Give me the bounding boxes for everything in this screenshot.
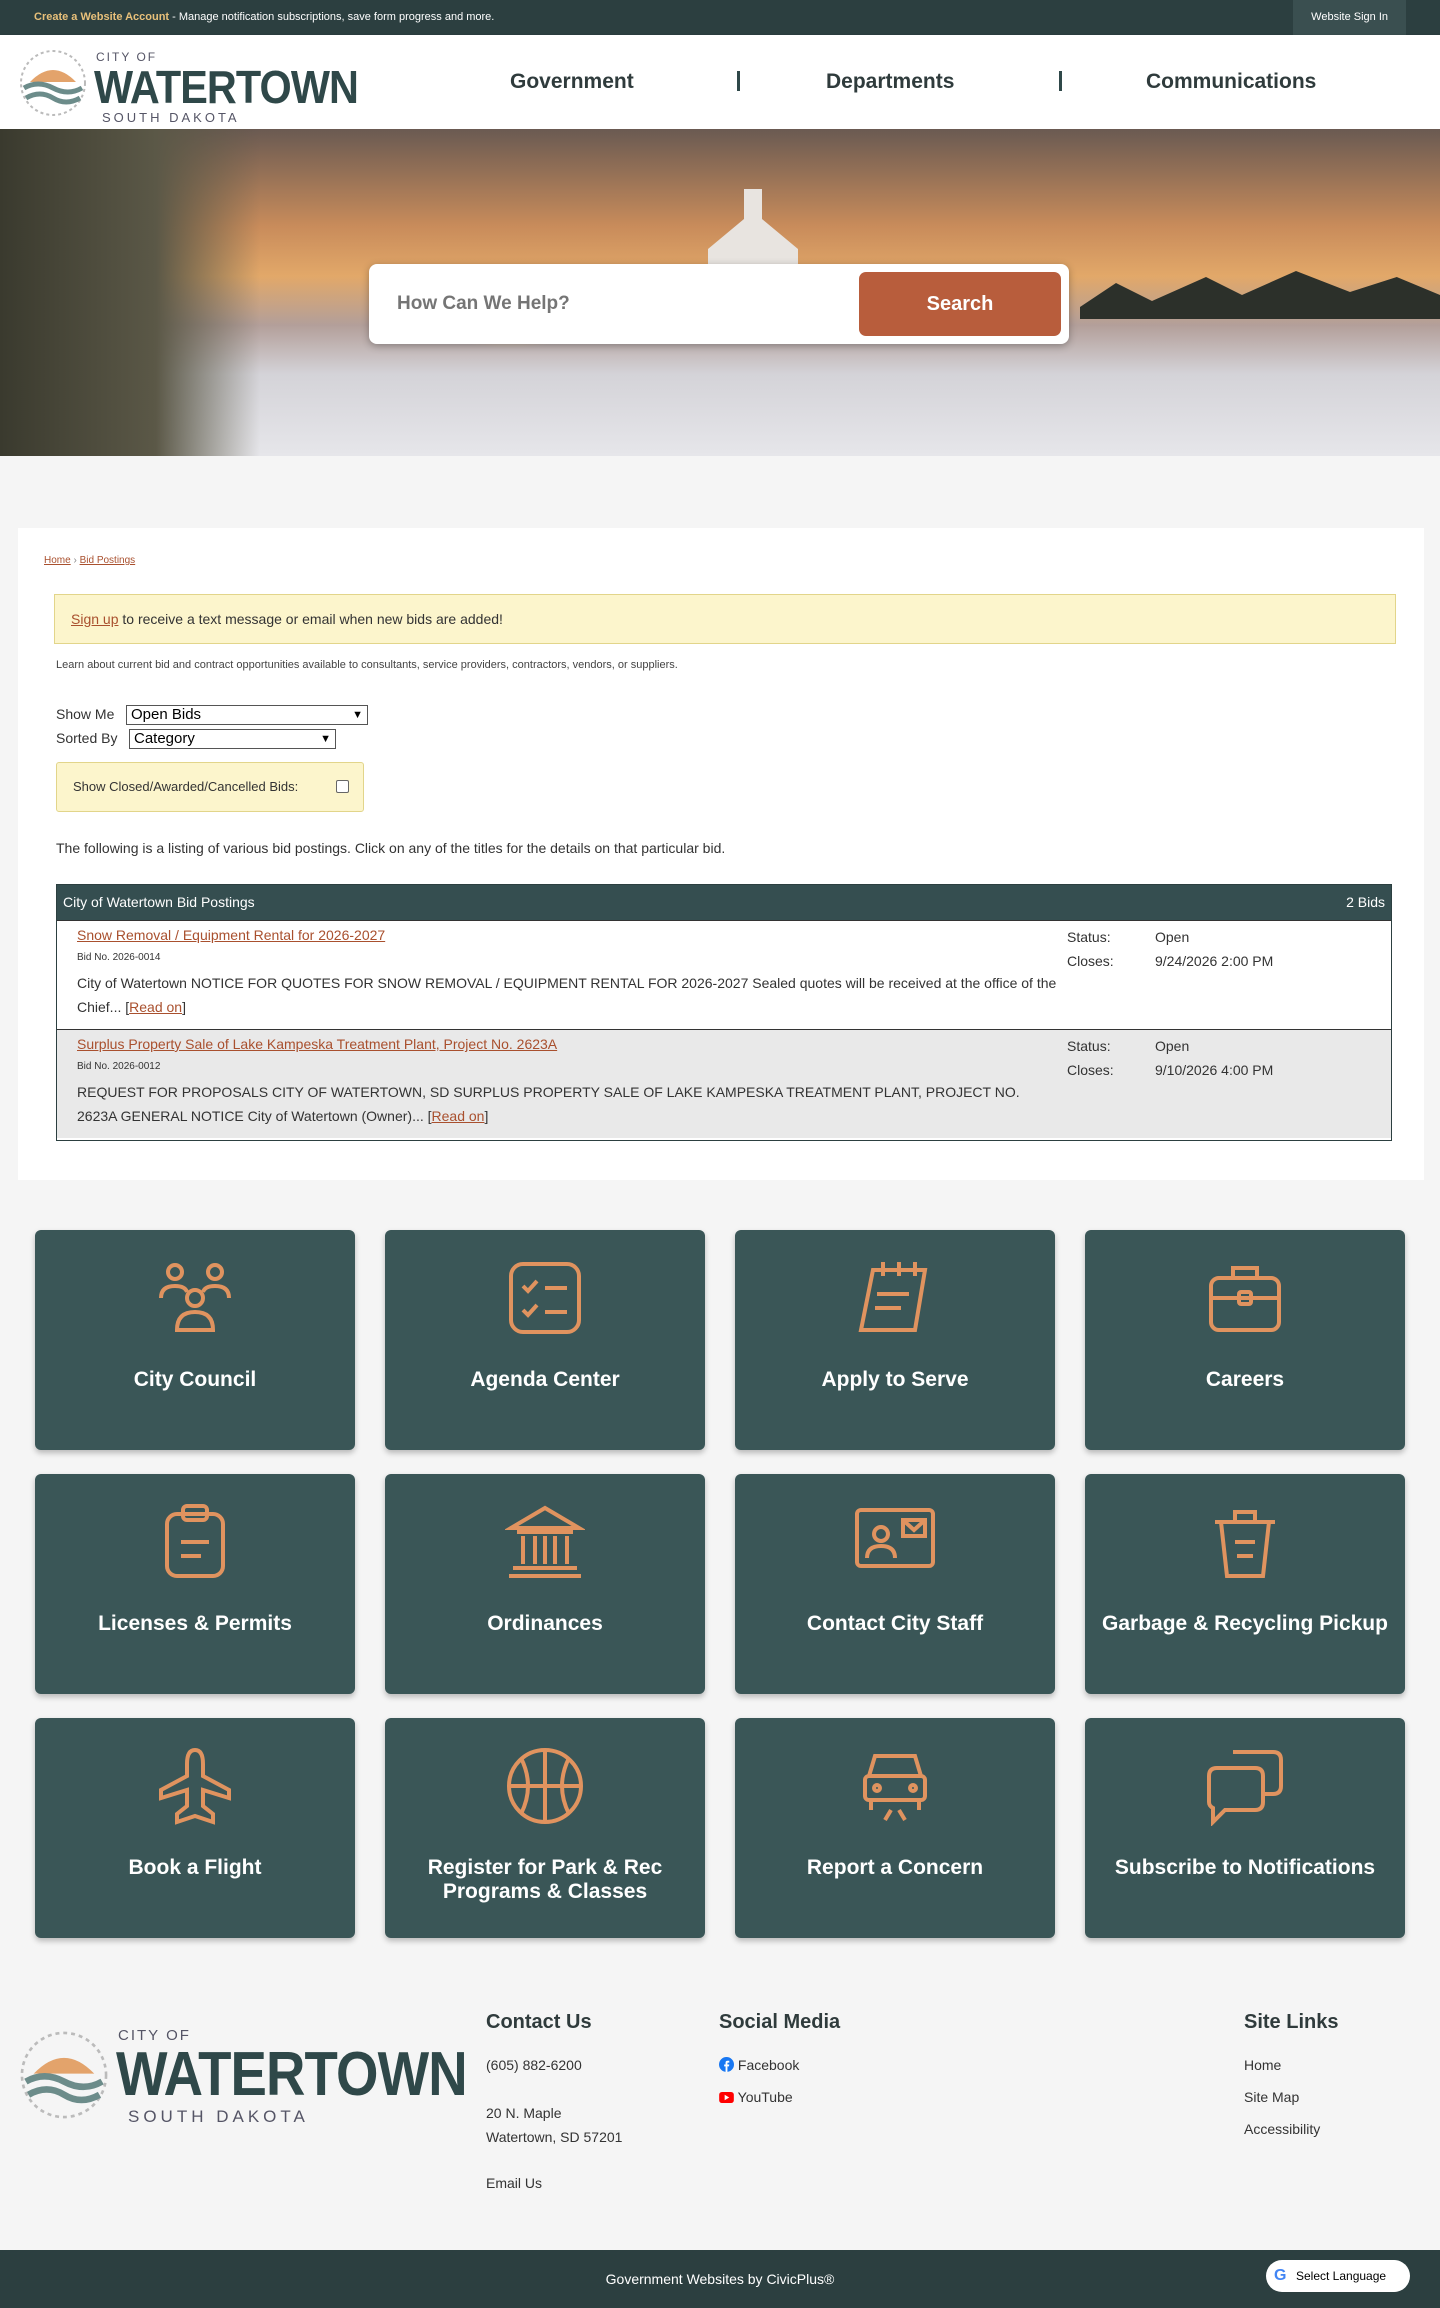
bid-title-link[interactable]: Snow Removal / Equipment Rental for 2026… <box>77 927 385 943</box>
bid-title-link[interactable]: Surplus Property Sale of Lake Kampeska T… <box>77 1036 557 1052</box>
sign-in-button[interactable]: Website Sign In <box>1293 0 1406 35</box>
bid-number: Bid No. 2026-0014 <box>77 952 161 963</box>
city-logo[interactable]: CITY OF WATERTOWN SOUTH DAKOTA <box>18 44 359 125</box>
read-on-link[interactable]: Read on <box>129 999 182 1015</box>
nav-separator <box>1059 71 1062 91</box>
bid-table-header: City of Watertown Bid Postings 2 Bids <box>57 885 1391 920</box>
status-value: Open <box>1155 929 1190 945</box>
tile-agenda-center[interactable]: Agenda Center <box>385 1230 705 1450</box>
show-closed-checkbox[interactable] <box>336 780 349 793</box>
hero-trees <box>1080 271 1440 319</box>
tile-contact-city-staff[interactable]: Contact City Staff <box>735 1474 1055 1694</box>
tile-book-a-flight[interactable]: Book a Flight <box>35 1718 355 1938</box>
create-account-link[interactable]: Create a Website Account <box>34 11 169 23</box>
footer-home-link[interactable]: Home <box>1244 2057 1281 2073</box>
tile-park-rec[interactable]: Register for Park & Rec Programs & Class… <box>385 1718 705 1938</box>
tile-careers[interactable]: Careers <box>1085 1230 1405 1450</box>
youtube-link[interactable]: YouTube <box>719 2089 793 2105</box>
chat-icon <box>1207 1750 1283 1826</box>
nav-departments[interactable]: Departments <box>826 35 954 129</box>
briefcase-icon <box>1209 1266 1281 1332</box>
notepad-icon <box>858 1262 928 1332</box>
facebook-link[interactable]: Facebook <box>719 2057 799 2073</box>
checklist-icon <box>509 1262 581 1334</box>
bid-description: City of Watertown NOTICE FOR QUOTES FOR … <box>77 975 1057 1015</box>
tile-garbage-recycling[interactable]: Garbage & Recycling Pickup <box>1085 1474 1405 1694</box>
address-line-2: Watertown, SD 57201 <box>486 2129 623 2145</box>
signup-alert: Sign up to receive a text message or ema… <box>54 594 1396 644</box>
table-row: Snow Removal / Equipment Rental for 2026… <box>57 920 1391 1029</box>
car-icon <box>863 1754 927 1822</box>
email-link[interactable]: Email Us <box>486 2175 542 2191</box>
status-label: Status: <box>1067 929 1111 945</box>
contact-card-icon <box>855 1508 935 1568</box>
tile-subscribe-notifications[interactable]: Subscribe to Notifications <box>1085 1718 1405 1938</box>
status-value: Open <box>1155 1038 1190 1054</box>
show-me-label: Show Me <box>56 706 115 722</box>
people-icon <box>159 1263 231 1332</box>
building-icon <box>505 1505 585 1578</box>
intro-text: Learn about current bid and contract opp… <box>56 659 678 671</box>
site-footer: CITY OF WATERTOWN SOUTH DAKOTA Contact U… <box>0 1975 1440 2250</box>
nav-separator <box>737 71 740 91</box>
table-row: Surplus Property Sale of Lake Kampeska T… <box>57 1029 1391 1138</box>
footer-accessibility-link[interactable]: Accessibility <box>1244 2121 1320 2137</box>
site-links-heading: Site Links <box>1244 2011 1339 2033</box>
logo-emblem-icon <box>20 50 86 116</box>
sorted-by-select[interactable]: Category ▼ <box>129 729 336 749</box>
breadcrumb: Home › Bid Postings <box>44 555 136 566</box>
closes-label: Closes: <box>1067 1062 1114 1078</box>
language-select[interactable]: G Select Language <box>1266 2260 1410 2292</box>
contact-us-heading: Contact Us <box>486 2011 592 2033</box>
tile-licenses-permits[interactable]: Licenses & Permits <box>35 1474 355 1694</box>
site-header: CITY OF WATERTOWN SOUTH DAKOTA Governmen… <box>0 35 1440 129</box>
closes-label: Closes: <box>1067 953 1114 969</box>
footer-sitemap-link[interactable]: Site Map <box>1244 2089 1299 2105</box>
bid-table: City of Watertown Bid Postings 2 Bids Sn… <box>56 884 1392 1141</box>
google-icon: G <box>1274 2267 1287 2284</box>
bid-count: 2 Bids <box>1346 894 1385 910</box>
search-button[interactable]: Search <box>859 272 1061 336</box>
read-on-link[interactable]: Read on <box>432 1108 485 1124</box>
listing-text: The following is a listing of various bi… <box>56 840 726 856</box>
breadcrumb-bid-postings[interactable]: Bid Postings <box>80 555 136 566</box>
youtube-icon <box>719 2092 734 2103</box>
chevron-down-icon: ▼ <box>352 709 363 721</box>
bid-number: Bid No. 2026-0012 <box>77 1061 161 1072</box>
phone-link[interactable]: (605) 882-6200 <box>486 2057 582 2073</box>
closes-value: 9/10/2026 4:00 PM <box>1155 1062 1274 1078</box>
breadcrumb-home[interactable]: Home <box>44 555 71 566</box>
nav-government[interactable]: Government <box>510 35 634 129</box>
status-label: Status: <box>1067 1038 1111 1054</box>
bottom-bar: Government Websites by CivicPlus® G Sele… <box>0 2250 1440 2308</box>
hero-horse <box>0 129 260 456</box>
show-closed-box: Show Closed/Awarded/Cancelled Bids: <box>56 762 364 812</box>
tile-report-concern[interactable]: Report a Concern <box>735 1718 1055 1938</box>
nav-communications[interactable]: Communications <box>1146 35 1316 129</box>
facebook-icon <box>719 2057 734 2072</box>
closes-value: 9/24/2026 2:00 PM <box>1155 953 1274 969</box>
tile-apply-to-serve[interactable]: Apply to Serve <box>735 1230 1055 1450</box>
logo-emblem-icon <box>20 2031 108 2119</box>
civicplus-link[interactable]: Government Websites by CivicPlus® <box>606 2271 835 2287</box>
show-me-select[interactable]: Open Bids ▼ <box>126 705 368 725</box>
sorted-by-label: Sorted By <box>56 730 118 746</box>
chevron-down-icon: ▼ <box>320 733 331 745</box>
basketball-icon <box>507 1748 583 1824</box>
tile-city-council[interactable]: City Council <box>35 1230 355 1450</box>
search-input[interactable] <box>397 264 847 344</box>
social-media-heading: Social Media <box>719 2011 841 2033</box>
top-bar: Create a Website Account - Manage notifi… <box>0 0 1440 35</box>
address-line-1: 20 N. Maple <box>486 2105 562 2121</box>
clipboard-icon <box>165 1504 225 1578</box>
signup-link[interactable]: Sign up <box>71 611 118 627</box>
footer-logo[interactable]: CITY OF WATERTOWN SOUTH DAKOTA <box>18 2019 468 2126</box>
main-content: Home › Bid Postings Sign up to receive a… <box>18 528 1424 1180</box>
trash-icon <box>1215 1510 1275 1578</box>
search-box: Search <box>369 264 1069 344</box>
airplane-icon <box>159 1747 231 1825</box>
tile-ordinances[interactable]: Ordinances <box>385 1474 705 1694</box>
account-message: Create a Website Account - Manage notifi… <box>34 11 495 23</box>
bid-description: REQUEST FOR PROPOSALS CITY OF WATERTOWN,… <box>77 1084 1020 1124</box>
